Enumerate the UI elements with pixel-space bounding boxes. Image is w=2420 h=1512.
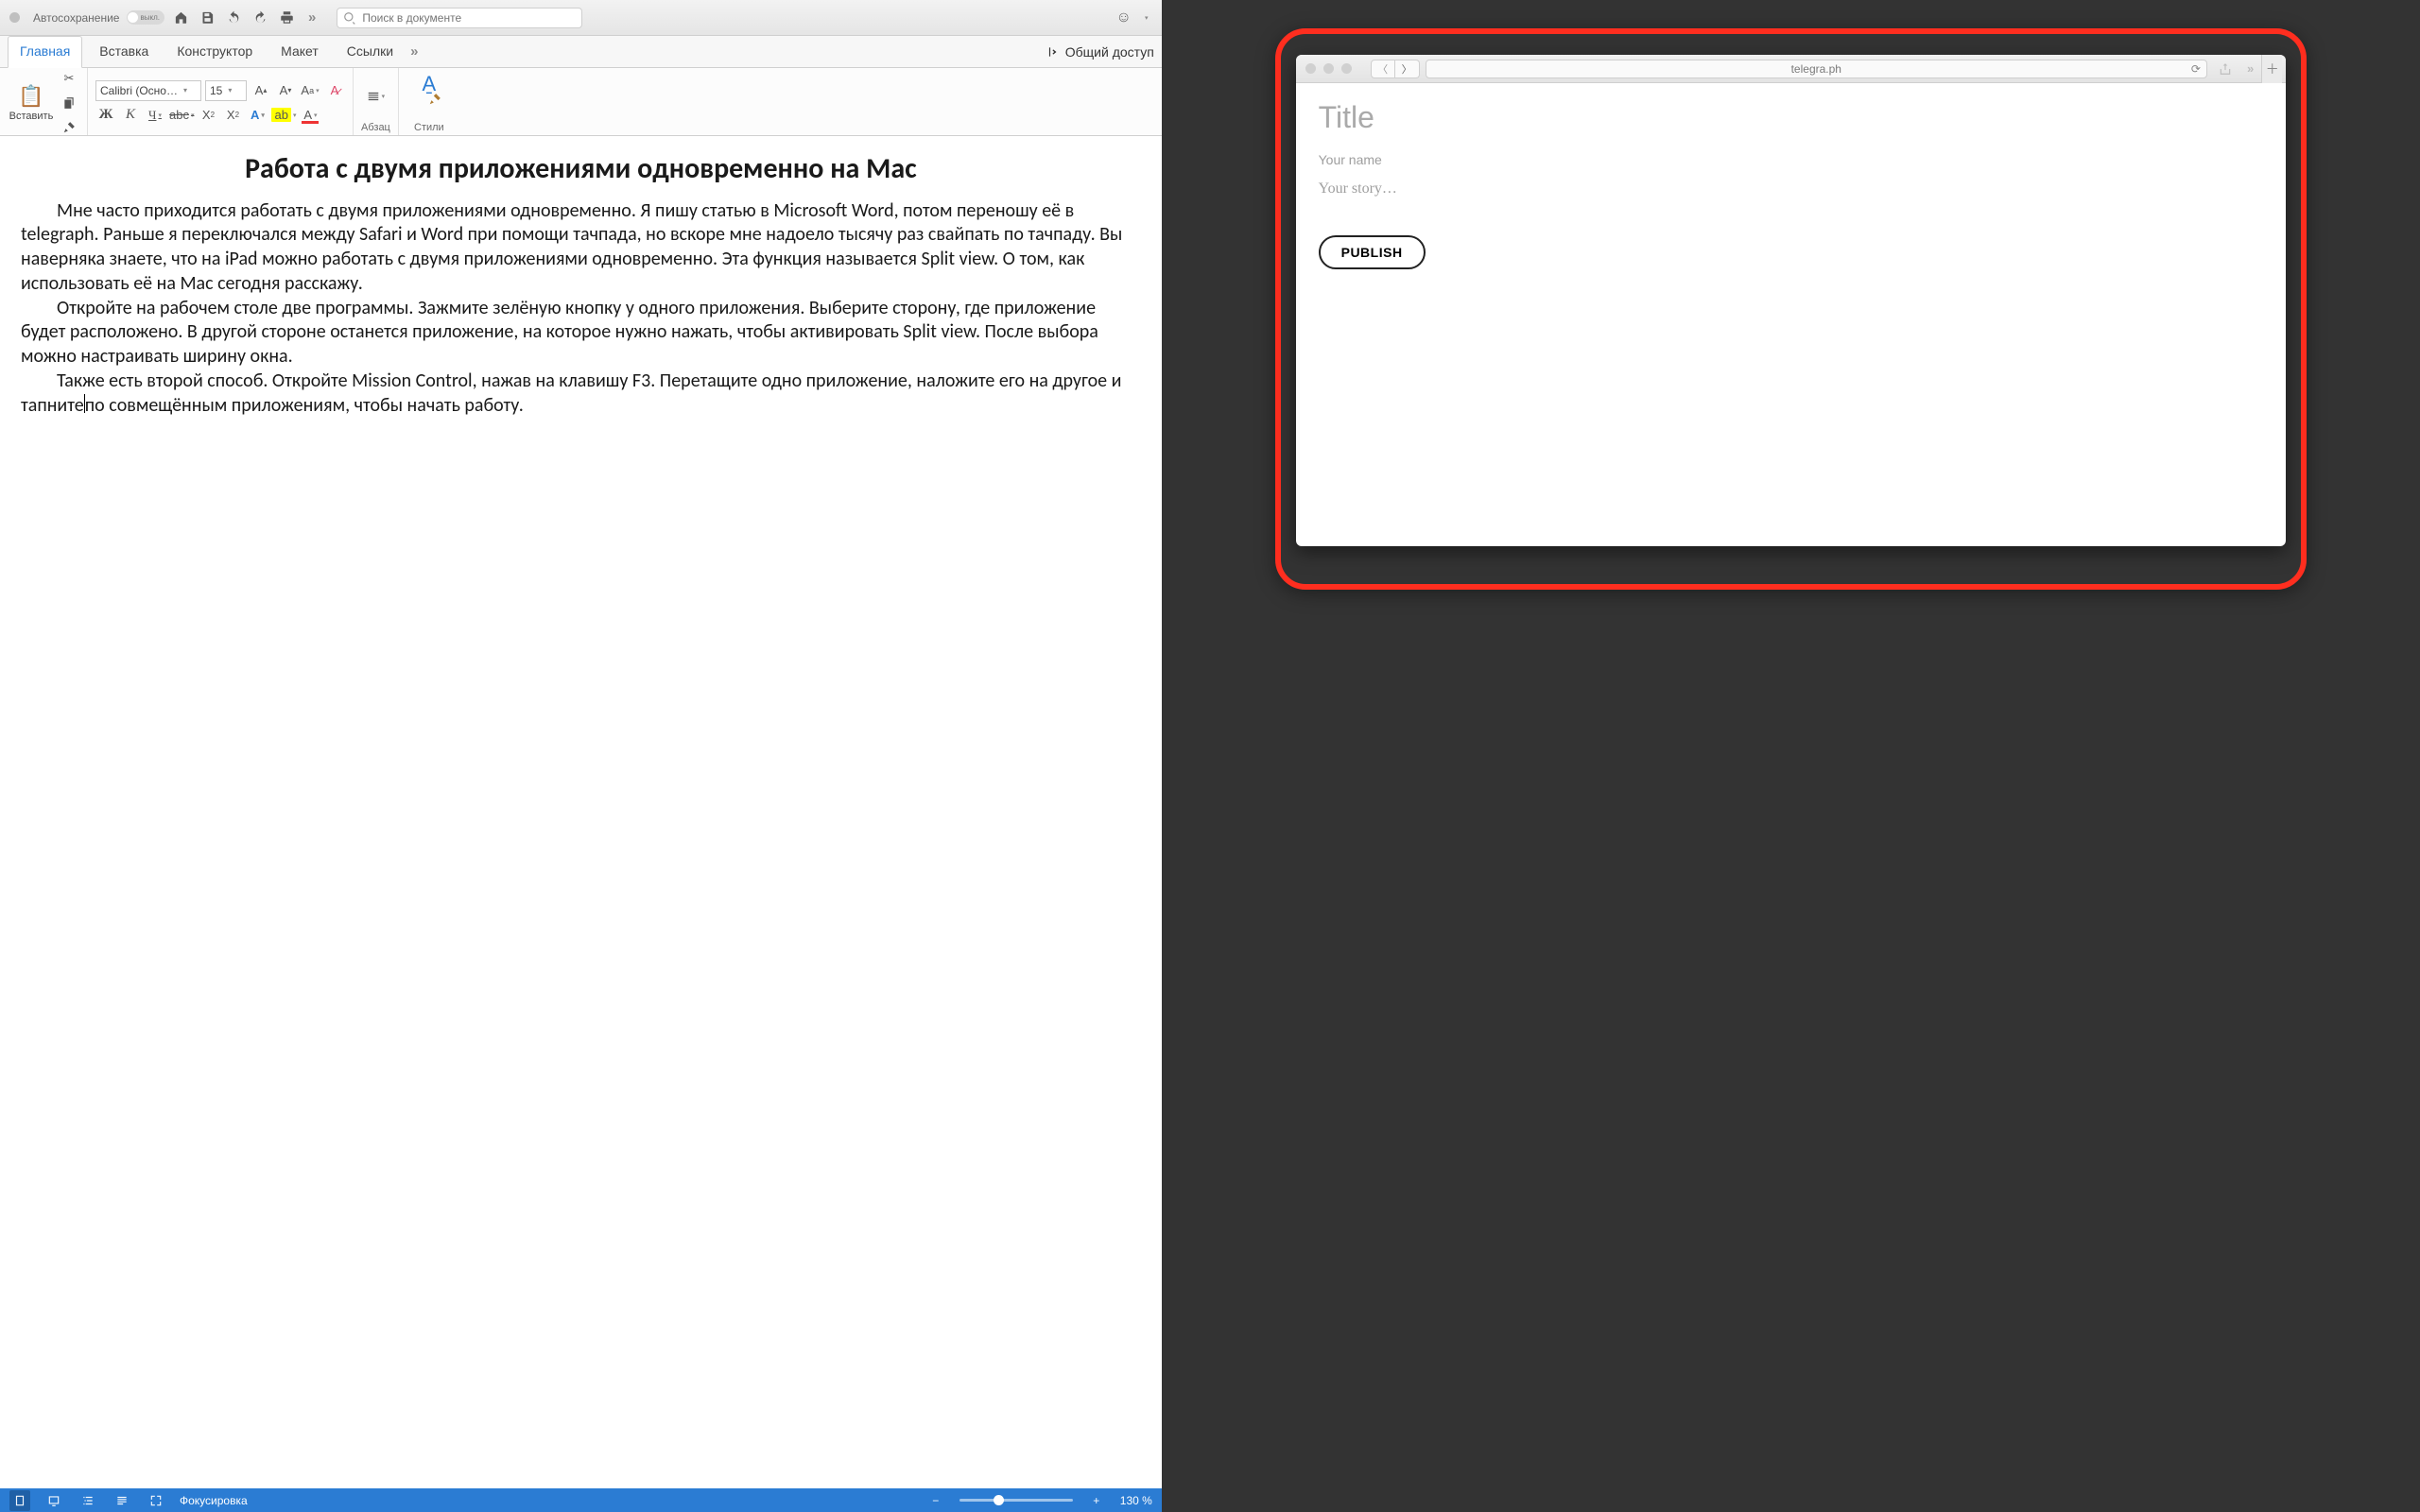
tab-insert[interactable]: Вставка (88, 37, 160, 67)
save-icon[interactable] (199, 9, 217, 27)
decrease-font-button[interactable]: A▾ (275, 80, 296, 101)
font-color-button[interactable]: A (300, 105, 320, 126)
zoom-slider[interactable] (959, 1499, 1073, 1502)
paste-button[interactable]: 📋 Вставить (8, 84, 55, 122)
zoom-slider-thumb[interactable] (994, 1495, 1004, 1505)
new-tab-button[interactable]: ＋ (2261, 55, 2282, 83)
text-effects-button[interactable]: A (247, 105, 268, 126)
scissors-icon: ✂︎ (64, 71, 75, 86)
highlight-color-button[interactable]: ab (271, 105, 296, 126)
traffic-max[interactable] (1341, 63, 1352, 74)
brush-overlay-icon (428, 93, 441, 106)
traffic-min[interactable] (1323, 63, 1334, 74)
strikethrough-button[interactable]: abc (169, 105, 194, 126)
traffic-light[interactable] (9, 12, 20, 23)
clear-formatting-button[interactable]: A̷ (324, 80, 345, 101)
safari-toolbar: 〈 〉 telegra.ph ⟳ » ＋ (1296, 55, 2287, 83)
underline-button[interactable]: Ч (145, 105, 165, 126)
traffic-close[interactable] (1305, 63, 1316, 74)
publish-button[interactable]: PUBLISH (1319, 235, 1426, 269)
cut-button[interactable]: ✂︎ (59, 68, 79, 89)
focus-mode-button[interactable] (146, 1490, 166, 1511)
word-status-bar: Фокусировка − + 130 % (0, 1488, 1162, 1512)
tab-home[interactable]: Главная (8, 36, 82, 68)
titlebar-arrow-icon[interactable] (1139, 9, 1152, 27)
print-icon[interactable] (278, 9, 297, 27)
nav-back-button[interactable]: 〈 (1371, 60, 1395, 78)
share-icon[interactable] (2213, 60, 2238, 78)
group-clipboard: 📋 Вставить ✂︎ (0, 68, 88, 135)
clipboard-icon: 📋 (18, 84, 43, 109)
toolbar-overflow-icon[interactable]: » (2243, 61, 2256, 76)
view-outline-button[interactable] (78, 1490, 98, 1511)
superscript-button[interactable]: X2 (222, 105, 243, 126)
word-titlebar: Автосохранение выкл. » ☺︎ (0, 0, 1162, 36)
italic-button[interactable]: К (120, 105, 141, 126)
paragraph-menu-button[interactable] (365, 86, 386, 107)
subscript-button[interactable]: X2 (198, 105, 218, 126)
autosave-label: Автосохранение (33, 11, 119, 25)
focus-label[interactable]: Фокусировка (180, 1494, 248, 1507)
annotation-highlight-box: 〈 〉 telegra.ph ⟳ » ＋ Title Your name (1275, 28, 2308, 590)
search-icon (343, 11, 356, 25)
word-app-window: Автосохранение выкл. » ☺︎ Главная Вставк… (0, 0, 1162, 1512)
doc-paragraph: Откройте на рабочем столе две программы.… (21, 297, 1141, 369)
view-print-layout-button[interactable] (9, 1490, 30, 1511)
document-viewport[interactable]: Работа с двумя приложениями одновременно… (0, 136, 1162, 1488)
font-size-select[interactable]: 15 (205, 80, 247, 101)
view-draft-button[interactable] (112, 1490, 132, 1511)
titlebar-overflow-icon[interactable]: » (304, 9, 318, 26)
home-icon[interactable] (172, 9, 191, 27)
safari-window: 〈 〉 telegra.ph ⟳ » ＋ Title Your name (1296, 55, 2287, 546)
document-body[interactable]: Работа с двумя приложениями одновременно… (0, 136, 1162, 456)
copy-icon (62, 96, 76, 110)
change-case-button[interactable]: Aa (300, 80, 320, 101)
tab-references[interactable]: Ссылки (336, 37, 405, 67)
search-input[interactable] (362, 11, 576, 25)
safari-split-area: 〈 〉 telegra.ph ⟳ » ＋ Title Your name (1162, 0, 2420, 1512)
styles-pane-button[interactable]: A̱ (406, 72, 452, 112)
doc-heading: Работа с двумя приложениями одновременно… (21, 153, 1141, 186)
redo-icon[interactable] (251, 9, 270, 27)
autosave-toggle[interactable]: выкл. (127, 10, 164, 25)
feedback-smiley-icon[interactable]: ☺︎ (1115, 9, 1131, 26)
undo-icon[interactable] (225, 9, 244, 27)
bold-button[interactable]: Ж (95, 105, 116, 126)
view-web-layout-button[interactable] (43, 1490, 64, 1511)
body-placeholder[interactable]: Your story… (1319, 180, 2264, 198)
zoom-out-button[interactable]: − (925, 1490, 946, 1511)
group-font: Calibri (Осно… 15 A▴ A▾ Aa A̷ Ж К Ч abc … (88, 68, 354, 135)
paintbrush-icon (62, 121, 76, 134)
share-button[interactable]: Общий доступ (1046, 44, 1154, 67)
zoom-level[interactable]: 130 % (1120, 1494, 1152, 1507)
share-arrow-icon (1046, 45, 1060, 59)
zoom-in-button[interactable]: + (1086, 1490, 1107, 1511)
nav-back-forward: 〈 〉 (1371, 60, 1420, 78)
reload-icon[interactable]: ⟳ (2191, 62, 2201, 76)
font-family-select[interactable]: Calibri (Осно… (95, 80, 201, 101)
doc-paragraph: Мне часто приходится работать с двумя пр… (21, 199, 1141, 297)
format-painter-button[interactable] (59, 117, 79, 138)
telegraph-editor[interactable]: Title Your name Your story… PUBLISH (1296, 83, 2287, 546)
group-paragraph: Абзац (354, 68, 399, 135)
doc-paragraph: Также есть второй способ. Откройте Missi… (21, 369, 1141, 419)
justify-icon (367, 90, 380, 103)
ribbon-body: 📋 Вставить ✂︎ Calibri (Осно… 15 (0, 68, 1162, 136)
address-bar[interactable]: telegra.ph ⟳ (1426, 60, 2207, 78)
copy-button[interactable] (59, 93, 79, 113)
ribbon-tab-row: Главная Вставка Конструктор Макет Ссылки… (0, 36, 1162, 68)
tab-layout[interactable]: Макет (269, 37, 330, 67)
tab-design[interactable]: Конструктор (165, 37, 264, 67)
increase-font-button[interactable]: A▴ (251, 80, 271, 101)
eraser-icon: A̷ (331, 83, 339, 97)
name-placeholder[interactable]: Your name (1319, 152, 2264, 167)
tabs-overflow-icon[interactable]: » (410, 43, 416, 67)
document-search[interactable] (337, 8, 582, 28)
group-styles: A̱ Стили (399, 68, 459, 135)
title-placeholder[interactable]: Title (1319, 100, 2264, 135)
nav-forward-button[interactable]: 〉 (1395, 60, 1420, 78)
